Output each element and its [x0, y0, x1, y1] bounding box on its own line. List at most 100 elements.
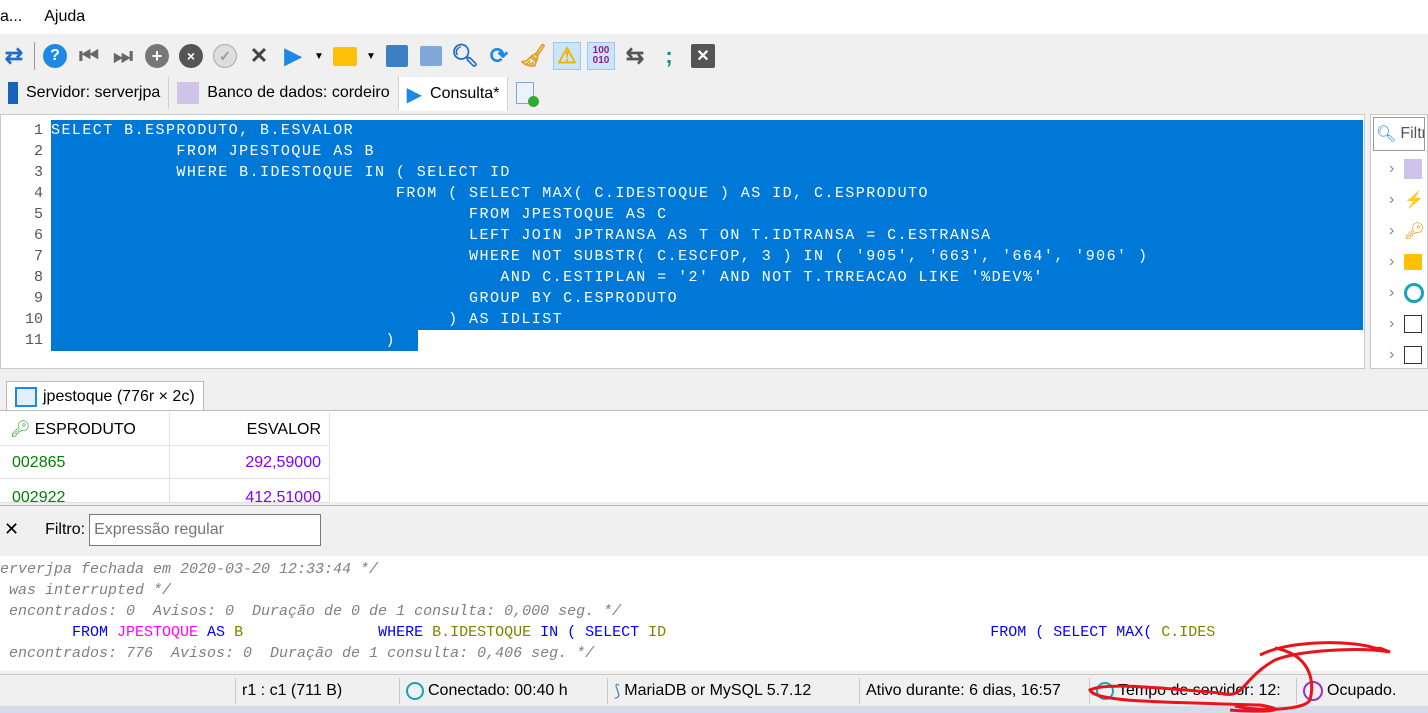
- code-line[interactable]: LEFT JOIN JPTRANSA AS T ON T.IDTRANSA = …: [51, 225, 1363, 246]
- server-time-text: Tempo de servidor: 12:: [1118, 681, 1281, 699]
- log-line: was interrupted */: [0, 582, 172, 599]
- kw: AS: [198, 624, 235, 641]
- kw: WHERE: [243, 624, 433, 641]
- stop-on-error-icon[interactable]: ⚠: [553, 42, 581, 70]
- uptime-text: Ativo durante: 6 dias, 16:57: [866, 681, 1061, 699]
- search-icon: 🔍︎: [1376, 126, 1397, 143]
- line-number: 4: [33, 185, 43, 202]
- remove-icon[interactable]: ×: [177, 42, 205, 70]
- clear-icon[interactable]: 🧹︎: [519, 42, 547, 70]
- cancel-icon[interactable]: ✕: [245, 42, 273, 70]
- line-number: 2: [33, 143, 43, 160]
- clock-icon: [406, 681, 424, 700]
- cell[interactable]: 412,51000: [170, 479, 330, 503]
- code-area[interactable]: SELECT B.ESPRODUTO, B.ESVALOR FROM JPEST…: [51, 120, 1363, 351]
- semicolon-icon[interactable]: ;: [655, 42, 683, 70]
- code-line[interactable]: FROM JPESTOQUE AS C: [51, 204, 1363, 225]
- run-icon[interactable]: ▶: [279, 42, 307, 70]
- code-line[interactable]: WHERE B.IDESTOQUE IN ( SELECT ID: [51, 162, 1363, 183]
- code-line[interactable]: FROM ( SELECT MAX( C.IDESTOQUE ) AS ID, …: [51, 183, 1363, 204]
- column-header-esvalor[interactable]: ESVALOR: [170, 413, 330, 446]
- tab-database[interactable]: Banco de dados: cordeiro: [169, 77, 399, 109]
- filter-label: Filtro:: [45, 520, 86, 538]
- grid-icon: [15, 386, 37, 407]
- tab-bar: Servidor: serverjpa Banco de dados: cord…: [0, 77, 1428, 111]
- cell[interactable]: 292,59000: [170, 446, 330, 479]
- key-icon: 🔑︎: [10, 421, 31, 438]
- cell[interactable]: 002865: [0, 446, 170, 479]
- new-query-tab-button[interactable]: [508, 77, 543, 109]
- code-line[interactable]: ) AS IDLIST: [51, 309, 1363, 330]
- line-number: 5: [33, 206, 43, 223]
- line-number: 9: [33, 290, 43, 307]
- result-grid[interactable]: 🔑︎ ESPRODUTO ESVALOR 002865 292,59000 00…: [0, 410, 1428, 503]
- replace-icon[interactable]: ⟳: [485, 42, 513, 70]
- code-line[interactable]: AND C.ESTIPLAN = '2' AND NOT T.TRREACAO …: [51, 267, 1363, 288]
- binary-icon[interactable]: 100 010: [587, 42, 615, 70]
- tab-label: Banco de dados: cordeiro: [207, 84, 390, 101]
- result-tab-label: jpestoque (776r × 2c): [43, 387, 195, 405]
- column-header-esproduto[interactable]: 🔑︎ ESPRODUTO: [0, 413, 170, 446]
- status-bar: r1 : c1 (711 B) Conectado: 00:40 h ⟆ Mari…: [0, 674, 1428, 706]
- status-server: ⟆ MariaDB or MySQL 5.7.12: [607, 677, 859, 704]
- close-filter-icon[interactable]: ✕: [4, 519, 19, 540]
- dropdown-icon[interactable]: ▼: [313, 42, 325, 70]
- last-icon[interactable]: ⏭: [109, 42, 137, 70]
- line-number: 6: [33, 227, 43, 244]
- tree-item[interactable]: ›: [1371, 153, 1427, 184]
- tree-item[interactable]: › 🔑︎: [1371, 215, 1427, 246]
- code-line[interactable]: ): [51, 330, 418, 351]
- code-line[interactable]: FROM JPESTOQUE AS B: [51, 141, 1363, 162]
- tree-item[interactable]: ›: [1371, 277, 1427, 308]
- dolphin-icon: ⟆: [614, 682, 621, 700]
- add-icon[interactable]: +: [143, 42, 171, 70]
- line-number: 11: [24, 332, 43, 349]
- log-line: erverjpa fechada em 2020-03-20 12:33:44 …: [0, 561, 379, 578]
- post-icon[interactable]: ✓: [211, 42, 239, 70]
- code-line[interactable]: SELECT B.ESPRODUTO, B.ESVALOR: [51, 120, 1363, 141]
- find-icon[interactable]: 🔍︎: [451, 42, 479, 70]
- database-icon: [1404, 158, 1423, 179]
- close-icon[interactable]: ✕: [689, 42, 717, 70]
- help-icon[interactable]: ?: [41, 42, 69, 70]
- code-line[interactable]: GROUP BY C.ESPRODUTO: [51, 288, 1363, 309]
- clock-icon: [1404, 282, 1425, 303]
- position-text: r1 : c1 (711 B): [242, 681, 343, 699]
- line-numbers: 1 2 3 4 5 6 7 8 9 10 11: [1, 120, 49, 351]
- id: B: [234, 624, 244, 641]
- menu-item[interactable]: a...: [0, 8, 22, 26]
- tree-item[interactable]: › ⚡: [1371, 184, 1427, 215]
- result-tab[interactable]: jpestoque (776r × 2c): [6, 381, 204, 411]
- tree-filter-input[interactable]: 🔍︎Filtro: [1373, 117, 1425, 151]
- busy-text: Ocupado.: [1327, 681, 1397, 699]
- tree-item[interactable]: ›: [1371, 339, 1427, 370]
- clock-icon: [1096, 681, 1114, 700]
- line-number: 7: [33, 248, 43, 265]
- open-icon[interactable]: [331, 42, 359, 70]
- code-line[interactable]: WHERE NOT SUBSTR( C.ESCFOP, 3 ) IN ( '90…: [51, 246, 1363, 267]
- filter-placeholder: Filtro: [1400, 125, 1424, 142]
- kw: FROM ( SELECT MAX(: [666, 624, 1162, 641]
- status-uptime: Ativo durante: 6 dias, 16:57: [859, 677, 1089, 704]
- save-as-icon[interactable]: [417, 42, 445, 70]
- sql-log[interactable]: erverjpa fechada em 2020-03-20 12:33:44 …: [0, 556, 1428, 671]
- tab-server[interactable]: Servidor: serverjpa: [0, 77, 170, 109]
- sql-editor[interactable]: 1 2 3 4 5 6 7 8 9 10 11 SELECT B.ESPRODUTO, B.ESVA…: [0, 114, 1365, 369]
- server-text: MariaDB or MySQL 5.7.12: [624, 681, 812, 699]
- tab-label: Consulta*: [430, 85, 500, 102]
- busy-icon: [1303, 680, 1323, 701]
- tree-item[interactable]: ›: [1371, 246, 1427, 277]
- menu-ajuda[interactable]: Ajuda: [44, 8, 85, 26]
- wrap-icon[interactable]: ⇆: [621, 42, 649, 70]
- connected-text: Conectado: 00:40 h: [428, 681, 568, 699]
- dropdown-icon[interactable]: ▼: [365, 42, 377, 70]
- save-icon[interactable]: [383, 42, 411, 70]
- cell[interactable]: 002922: [0, 479, 170, 503]
- line-number: 10: [24, 311, 43, 328]
- first-icon[interactable]: ⏮: [75, 42, 103, 70]
- disconnect-icon[interactable]: ⇄: [0, 42, 28, 70]
- filter-input[interactable]: [89, 513, 322, 546]
- status-busy: Ocupado.: [1296, 677, 1402, 704]
- tree-item[interactable]: ›: [1371, 308, 1427, 339]
- tab-query[interactable]: ▶ Consulta*: [398, 77, 509, 111]
